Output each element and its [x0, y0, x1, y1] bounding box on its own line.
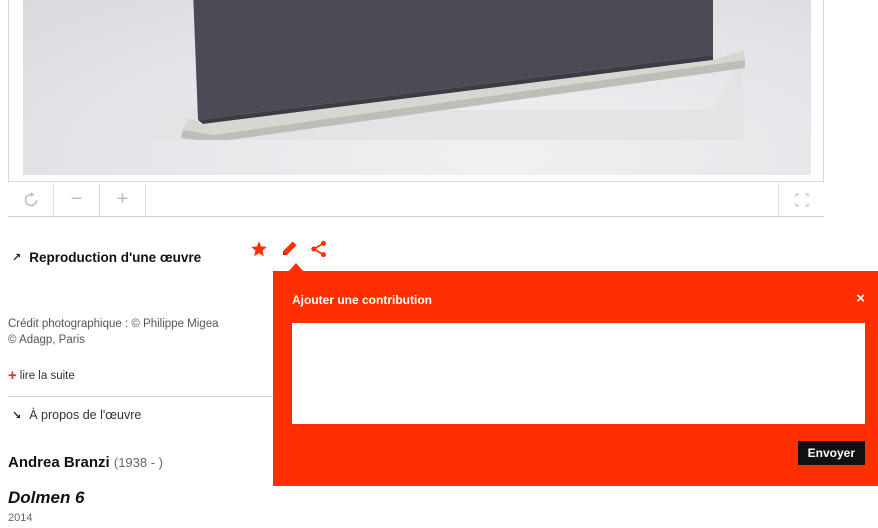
send-button[interactable]: Envoyer: [797, 441, 865, 465]
south-east-arrow-icon: ↘: [12, 409, 22, 422]
reproduction-title[interactable]: Reproduction d'une œuvre: [29, 250, 201, 265]
viewer-toolbar: − +: [8, 183, 824, 217]
photo-credit: Crédit photographique : © Philippe Migea…: [8, 316, 219, 348]
star-icon: [251, 241, 267, 257]
north-east-arrow-icon: ↗: [12, 252, 22, 264]
fullscreen-button[interactable]: [778, 183, 824, 216]
artist-dates: (1938 - ): [113, 455, 164, 470]
work-title: Dolmen 6: [8, 488, 85, 507]
zoom-in-button[interactable]: +: [100, 183, 146, 216]
contribution-textarea[interactable]: [292, 323, 865, 424]
contribution-popup: Ajouter une contribution × Envoyer: [273, 271, 878, 486]
artist-name[interactable]: Andrea Branzi: [8, 454, 110, 471]
read-more-label: lire la suite: [19, 369, 75, 382]
about-artwork-link[interactable]: ↘ À propos de l'œuvre: [12, 408, 141, 422]
rotate-reset-icon: [24, 191, 37, 206]
image-viewer[interactable]: [8, 0, 824, 182]
contribute-button[interactable]: [278, 238, 300, 260]
work-year: 2014: [8, 512, 33, 524]
reset-view-button[interactable]: [8, 183, 54, 216]
artist-line: Andrea Branzi (1938 - ): [8, 454, 163, 471]
share-button[interactable]: [308, 238, 330, 260]
pencil-icon: [283, 241, 297, 255]
plus-icon: +: [8, 367, 17, 384]
popup-title: Ajouter une contribution: [292, 293, 432, 307]
favorite-button[interactable]: [248, 238, 270, 260]
zoom-out-button[interactable]: −: [54, 183, 100, 216]
divider: [8, 396, 278, 397]
read-more-link[interactable]: + lire la suite: [8, 367, 75, 384]
credit-adagp: © Adagp, Paris: [8, 334, 85, 346]
credit-photographer: Crédit photographique : © Philippe Migea: [8, 318, 219, 330]
about-label: À propos de l'œuvre: [29, 408, 142, 422]
share-icon: [311, 240, 326, 258]
artwork-photo: [23, 0, 811, 175]
fullscreen-icon: [794, 192, 809, 207]
artwork-plinth-shape: [153, 0, 745, 140]
close-icon[interactable]: ×: [856, 290, 865, 307]
artwork-header: ↗ Reproduction d'une œuvre: [12, 250, 201, 265]
artwork-actions: [248, 238, 330, 260]
